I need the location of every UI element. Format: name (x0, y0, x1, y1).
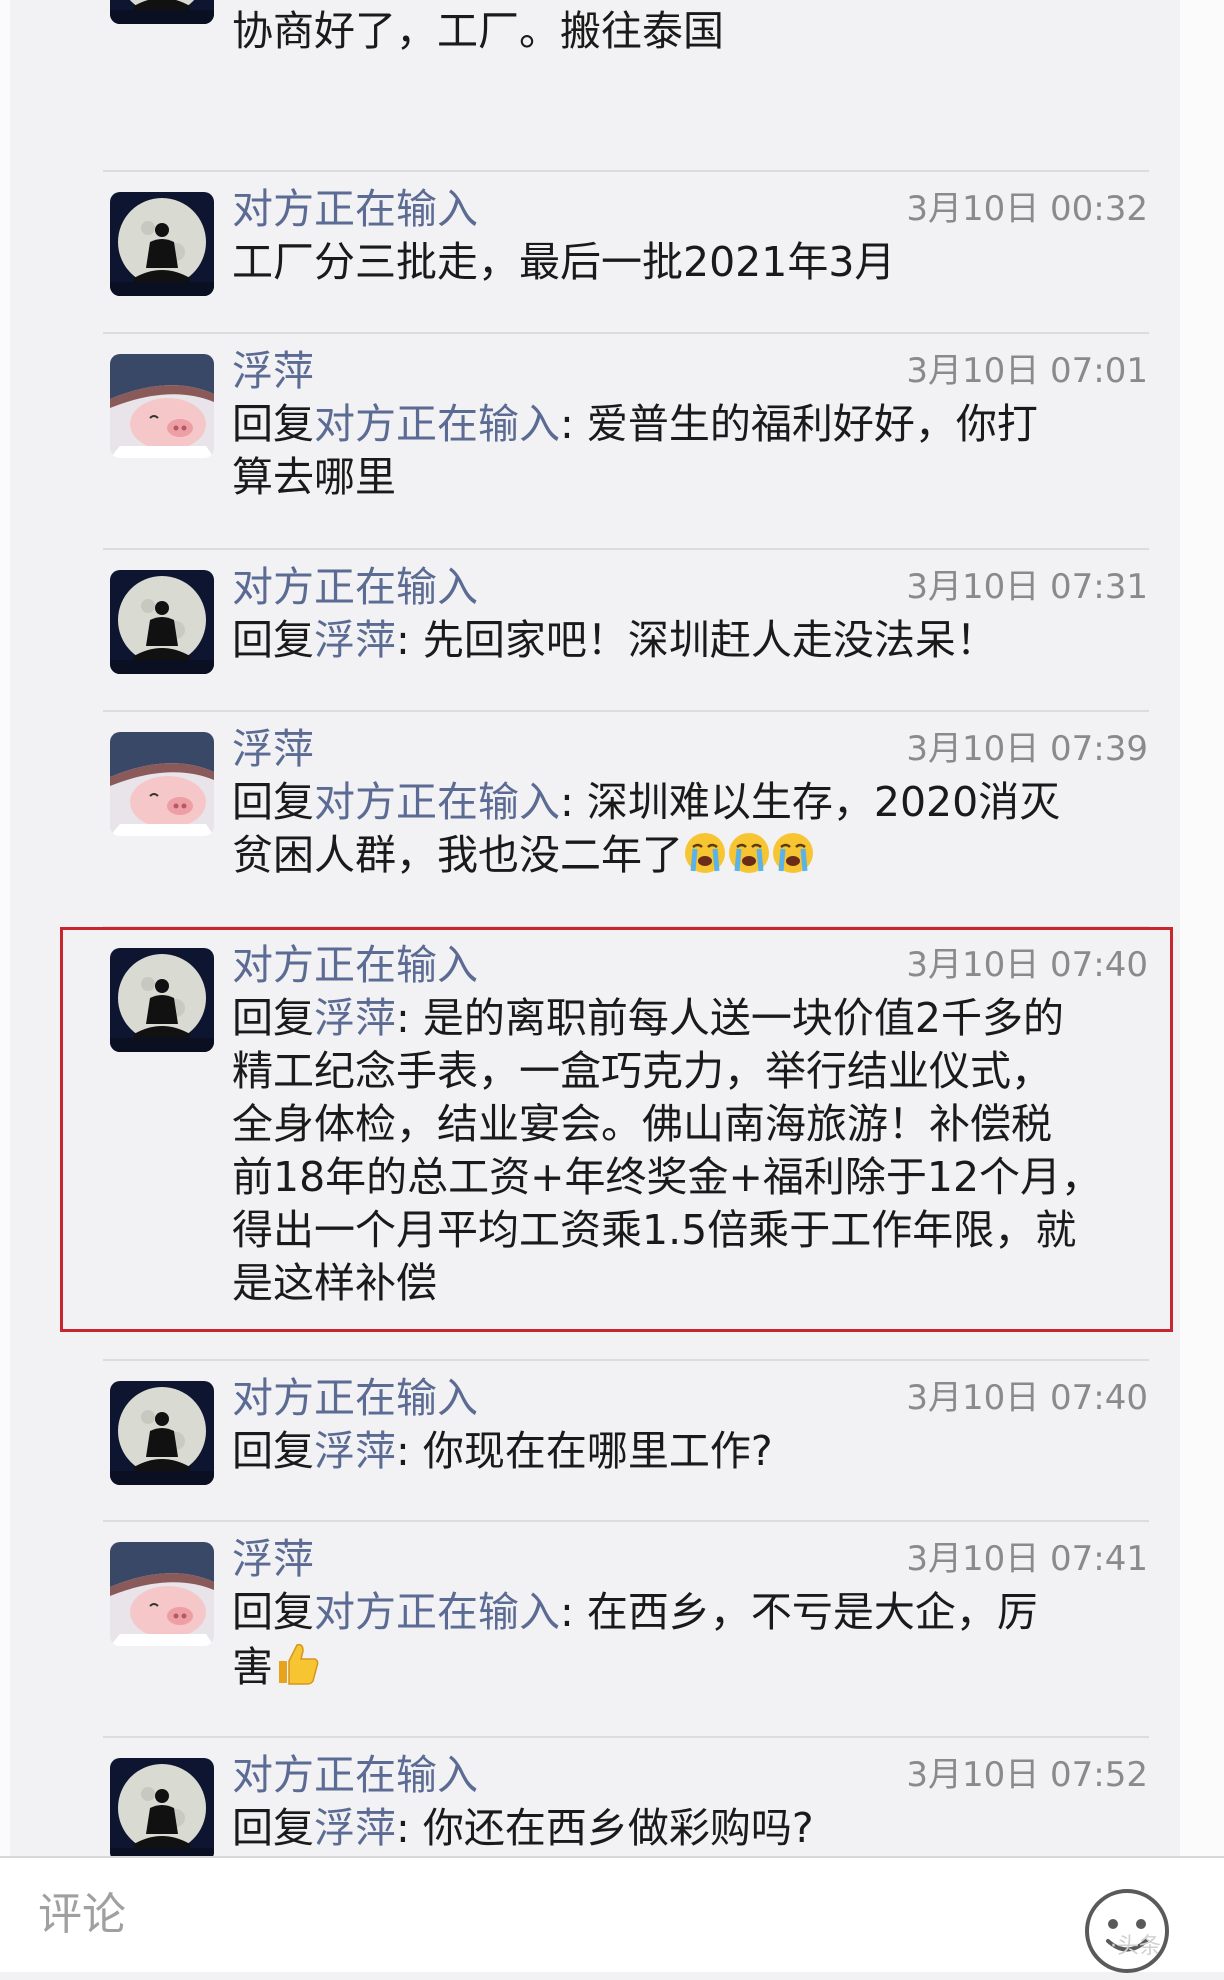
comment-divider (103, 170, 1149, 172)
comment-line: 回复对方正在输入: 深圳难以生存，2020消灭 (232, 776, 1162, 829)
comment-author[interactable]: 对方正在输入 (232, 184, 478, 234)
moon-meditation-icon (110, 570, 214, 674)
comment-text: 回复对方正在输入: 在西乡，不亏是大企，厉害 (232, 1586, 1162, 1694)
comment-divider (103, 548, 1149, 550)
comment-text: 回复浮萍: 你现在在哪里工作? (232, 1425, 1162, 1478)
comment-time: 3月10日 07:41 (906, 1539, 1148, 1579)
comment-line: 回复对方正在输入: 爱普生的福利好好，你打 (232, 398, 1162, 451)
comment-time: 3月10日 07:01 (906, 351, 1148, 391)
comment-time: 3月10日 07:40 (906, 1378, 1148, 1418)
moon-meditation-icon (110, 1758, 214, 1862)
comment-body-text: 深圳难以生存，2020消灭 (573, 778, 1061, 826)
comment-author[interactable]: 浮萍 (232, 724, 314, 774)
avatar[interactable] (110, 192, 214, 296)
reply-target-name[interactable]: 对方正在输入 (314, 778, 560, 826)
comment-time: 3月10日 07:31 (906, 567, 1148, 607)
reply-target-name[interactable]: 浮萍 (314, 616, 396, 664)
comment-body-text: 你还在西乡做彩购吗? (409, 1804, 814, 1852)
reply-colon: : (560, 778, 574, 826)
comment-body-text: 我们部门这个月底就结束，补偿事宜全部已经 (232, 0, 1052, 2)
comment-time: 3月10日 07:39 (906, 729, 1148, 769)
comment-body-text: 你现在在哪里工作? (409, 1427, 773, 1475)
comment-body-text: 害 (232, 1643, 273, 1691)
comment-text: 回复对方正在输入: 深圳难以生存，2020消灭 贫困人群，我也没二年了 (232, 776, 1162, 882)
comment-author[interactable]: 对方正在输入 (232, 1750, 478, 1800)
moon-meditation-icon (110, 192, 214, 296)
comment-body-text: 算去哪里 (232, 453, 396, 501)
comment-line: 回复浮萍: 你现在在哪里工作? (232, 1425, 1162, 1478)
highlight-box (60, 927, 1173, 1332)
comment-time: 3月10日 00:32 (906, 189, 1148, 229)
pig-icon (110, 1542, 214, 1646)
reply-colon: : (560, 1588, 574, 1636)
left-edge (0, 0, 10, 1970)
avatar[interactable] (110, 0, 214, 24)
reply-colon: : (396, 1804, 410, 1852)
comment-divider (103, 1520, 1149, 1522)
avatar[interactable] (110, 732, 214, 836)
comment-divider (103, 1359, 1149, 1361)
comment-body-text: 在西乡，不亏是大企，厉 (573, 1588, 1038, 1636)
comment-divider (103, 1736, 1149, 1738)
reply-label: 回复 (232, 616, 314, 664)
reply-target-name[interactable]: 浮萍 (314, 1427, 396, 1475)
comment-line: 回复浮萍: 先回家吧！深圳赶人走没法呆！ (232, 614, 1162, 667)
comment-line: 协商好了，工厂。搬往泰国 (232, 5, 1162, 58)
comment-body-text: 先回家吧！深圳赶人走没法呆！ (409, 616, 997, 664)
avatar[interactable] (110, 1381, 214, 1485)
comment-text: 回复浮萍: 你还在西乡做彩购吗? (232, 1802, 1162, 1855)
comment-author[interactable]: 对方正在输入 (232, 1373, 478, 1423)
crying-face-emoji (685, 833, 725, 873)
reply-colon: : (560, 400, 574, 448)
avatar[interactable] (110, 1542, 214, 1646)
avatar[interactable] (110, 1758, 214, 1862)
comment-text: 工厂分三批走，最后一批2021年3月 (232, 236, 1162, 289)
reply-target-name[interactable]: 浮萍 (314, 1804, 396, 1852)
reply-label: 回复 (232, 1588, 314, 1636)
comment-line: 害 (232, 1639, 1162, 1694)
pig-icon (110, 354, 214, 458)
comment-line: 工厂分三批走，最后一批2021年3月 (232, 236, 1162, 289)
right-edge (1180, 0, 1224, 1970)
comment-text: 回复浮萍: 先回家吧！深圳赶人走没法呆！ (232, 614, 1162, 667)
pig-icon (110, 732, 214, 836)
reply-label: 回复 (232, 1427, 314, 1475)
comment-author[interactable]: 浮萍 (232, 1534, 314, 1584)
comment-line: 贫困人群，我也没二年了 (232, 829, 1162, 882)
comment-body-text: 贫困人群，我也没二年了 (232, 831, 683, 879)
comment-author[interactable]: 浮萍 (232, 346, 314, 396)
comment-bar (0, 1856, 1224, 1972)
crying-face-emoji (773, 833, 813, 873)
reply-label: 回复 (232, 400, 314, 448)
comment-text: 我们部门这个月底就结束，补偿事宜全部已经协商好了，工厂。搬往泰国 (232, 0, 1162, 58)
reply-colon: : (396, 616, 410, 664)
comment-body-text: 爱普生的福利好好，你打 (573, 400, 1038, 448)
reply-label: 回复 (232, 778, 314, 826)
comment-body-text: 工厂分三批走，最后一批2021年3月 (232, 238, 896, 286)
comment-body-text: 协商好了，工厂。搬往泰国 (232, 7, 724, 55)
moon-meditation-icon (110, 1381, 214, 1485)
avatar[interactable] (110, 570, 214, 674)
reply-target-name[interactable]: 对方正在输入 (314, 400, 560, 448)
watermark: ·头条 (1110, 1934, 1161, 1959)
comment-time: 3月10日 07:52 (906, 1755, 1148, 1795)
moon-meditation-icon (110, 0, 214, 24)
avatar[interactable] (110, 354, 214, 458)
reply-label: 回复 (232, 1804, 314, 1852)
comment-author[interactable]: 对方正在输入 (232, 562, 478, 612)
comment-line: 回复浮萍: 你还在西乡做彩购吗? (232, 1802, 1162, 1855)
comment-text: 回复对方正在输入: 爱普生的福利好好，你打 算去哪里 (232, 398, 1162, 504)
crying-face-emoji (729, 833, 769, 873)
comment-divider (103, 332, 1149, 334)
comment-input[interactable]: 评论 (38, 1880, 126, 1950)
comment-divider (103, 710, 1149, 712)
thumbs-up-emoji (279, 1643, 319, 1685)
comment-line: 算去哪里 (232, 451, 1162, 504)
reply-target-name[interactable]: 对方正在输入 (314, 1588, 560, 1636)
reply-colon: : (396, 1427, 410, 1475)
comment-line: 回复对方正在输入: 在西乡，不亏是大企，厉 (232, 1586, 1162, 1639)
